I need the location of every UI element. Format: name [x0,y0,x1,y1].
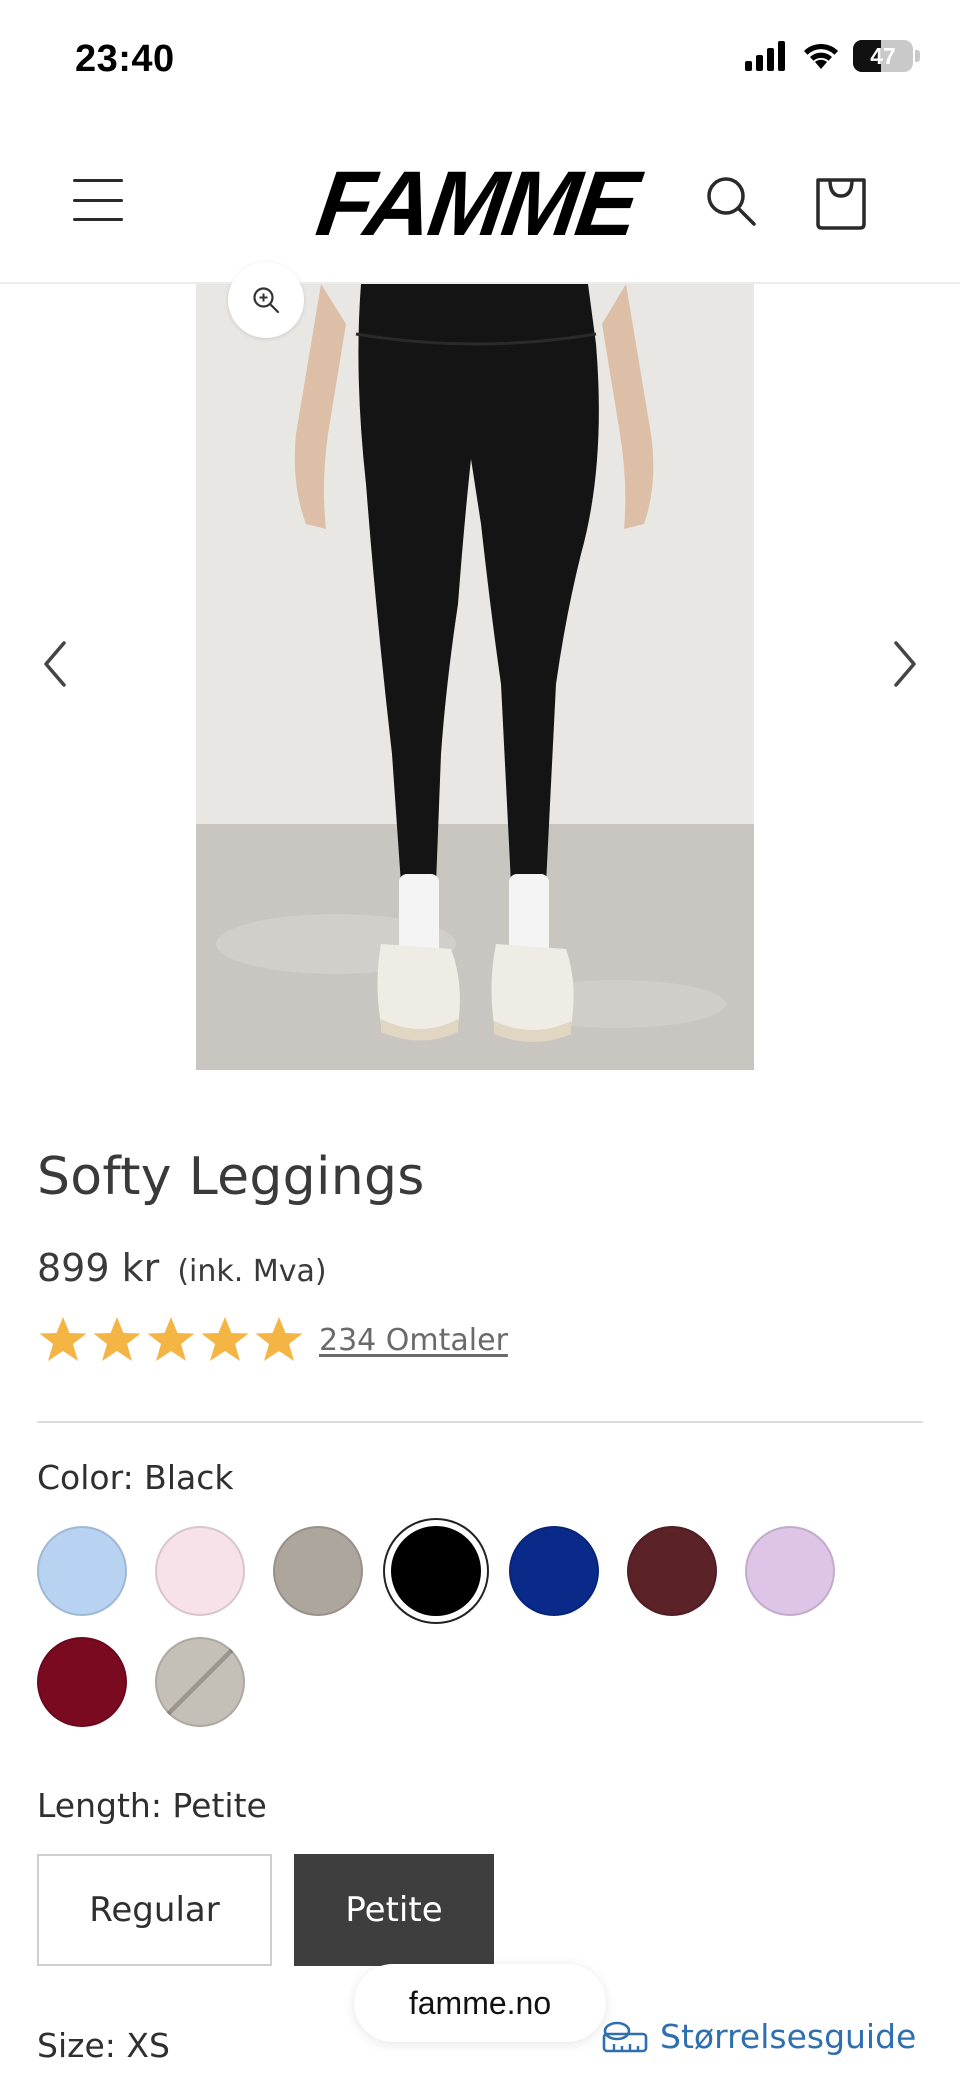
wifi-icon [804,43,838,69]
product-image[interactable] [196,284,754,1070]
search-icon[interactable] [700,170,762,232]
cart-icon[interactable] [810,170,872,232]
color-swatch[interactable] [391,1526,481,1616]
product-title: Softy Leggings [37,1147,425,1207]
site-header: FAMME [0,130,960,284]
product-photo [196,284,754,1070]
previous-image-button[interactable] [30,614,80,714]
zoom-button[interactable] [228,262,304,338]
color-swatch[interactable] [37,1526,127,1616]
battery-icon: 47 [853,40,913,72]
browser-url-bar[interactable]: famme.no [354,1964,606,2042]
length-regular-button[interactable]: Regular [37,1854,272,1966]
color-label: Color: Black [37,1458,234,1497]
price-tax-note: (ink. Mva) [177,1254,327,1289]
length-label: Length: Petite [37,1786,267,1825]
chevron-right-icon [894,641,916,687]
zoom-icon [253,287,280,314]
reviews-link[interactable]: 234 Omtaler [319,1323,508,1358]
chevron-left-icon [44,641,66,687]
color-swatch[interactable] [273,1526,363,1616]
length-petite-button[interactable]: Petite [294,1854,494,1966]
logo[interactable]: FAMME [311,152,643,257]
color-swatch[interactable] [627,1526,717,1616]
battery-cap [915,50,920,62]
star-icon [93,1317,141,1361]
product-price: 899 kr [37,1246,160,1290]
status-icons: 47 [745,40,920,72]
status-time: 23:40 [75,38,175,80]
rating-row: 234 Omtaler [37,1314,508,1366]
ruler-icon [602,2021,648,2052]
color-swatch[interactable] [155,1637,245,1727]
next-image-button[interactable] [880,614,930,714]
color-swatch[interactable] [37,1637,127,1727]
color-swatch[interactable] [509,1526,599,1616]
star-icon [39,1317,87,1361]
color-swatch[interactable] [155,1526,245,1616]
star-icon [201,1317,249,1361]
rating-stars [37,1314,307,1366]
size-label: Size: XS [37,2026,170,2065]
cellular-signal-icon [745,41,785,71]
status-bar: 23:40 47 [0,0,960,120]
size-guide-label: Størrelsesguide [660,2017,917,2056]
product-gallery [0,262,960,1070]
star-icon [147,1317,195,1361]
divider [37,1421,923,1423]
size-guide-link[interactable]: Størrelsesguide [602,2017,916,2056]
battery-level: 47 [870,42,896,69]
menu-icon[interactable] [70,175,126,225]
price-line: 899 kr (ink. Mva) [37,1246,327,1290]
color-swatch[interactable] [745,1526,835,1616]
star-icon [255,1317,303,1361]
